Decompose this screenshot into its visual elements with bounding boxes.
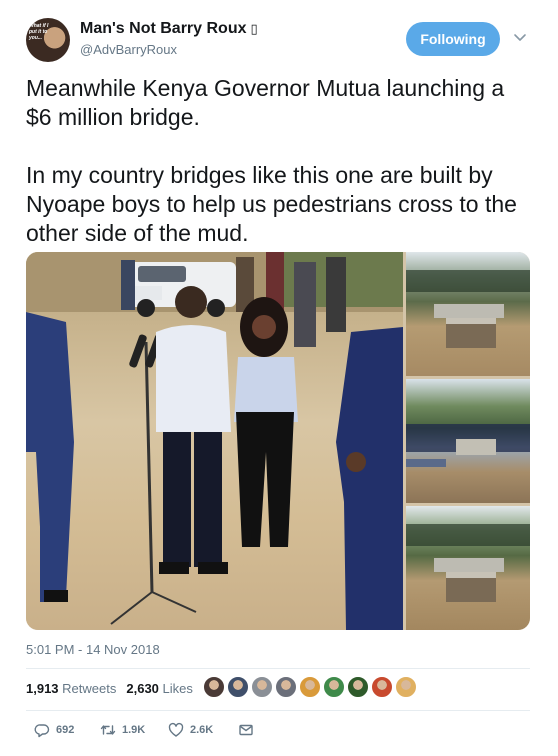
retweet-button[interactable]: 1.9K [100,722,168,738]
retweets-count: 1,913 [26,681,59,696]
name-badge: ▯ [250,21,258,36]
thumbnail-photo[interactable] [406,379,530,503]
thumbnail-photo[interactable] [406,506,530,630]
liker-avatar[interactable] [371,676,393,698]
main-photo[interactable] [26,252,403,630]
divider [26,710,530,711]
tweet-text: Meanwhile Kenya Governor Mutua launching… [26,74,536,248]
reply-icon [34,724,50,738]
divider [26,668,530,669]
liker-avatar[interactable] [323,676,345,698]
chevron-down-icon[interactable] [513,30,527,44]
like-button[interactable]: 2.6K [168,722,238,738]
tweet-paragraph: Meanwhile Kenya Governor Mutua launching… [26,75,505,130]
reply-button[interactable]: 692 [34,722,100,738]
avatar-caption: What if I put it to you... [29,23,49,41]
display-name[interactable]: Man's Not Barry Roux [80,20,247,38]
likes-stat[interactable]: 2,630 Likes [126,681,193,696]
tweet-actions: 692 1.9K 2.6K [34,722,254,738]
liker-avatar[interactable] [347,676,369,698]
direct-message-button[interactable] [238,722,254,738]
user-handle[interactable]: @AdvBarryRoux [80,42,177,57]
thumbnail-photo[interactable] [406,252,530,376]
avatar[interactable]: What if I put it to you... [26,18,70,62]
engagement-stats: 1,913 Retweets 2,630 Likes [26,681,193,696]
liker-avatar[interactable] [299,676,321,698]
likes-count: 2,630 [126,681,159,696]
liker-avatar[interactable] [227,676,249,698]
following-button[interactable]: Following [406,22,500,56]
heart-icon [168,722,184,737]
liker-avatar[interactable] [275,676,297,698]
author-name-row[interactable]: Man's Not Barry Roux ▯ [80,20,258,38]
tweet-paragraph: In my country bridges like this one are … [26,162,517,246]
liker-avatar[interactable] [251,676,273,698]
tweet-card: What if I put it to you... Man's Not Bar… [0,0,558,756]
retweet-count: 1.9K [122,724,146,736]
reply-count: 692 [56,724,75,736]
envelope-icon [239,724,253,736]
retweet-icon [100,725,116,735]
tweet-timestamp[interactable]: 5:01 PM - 14 Nov 2018 [26,642,160,657]
liker-avatars [203,676,417,698]
media-grid [26,252,530,630]
likes-label: Likes [162,681,193,696]
retweets-label: Retweets [62,681,117,696]
liker-avatar[interactable] [203,676,225,698]
retweets-stat[interactable]: 1,913 Retweets [26,681,116,696]
liker-avatar[interactable] [395,676,417,698]
like-count: 2.6K [190,724,214,736]
